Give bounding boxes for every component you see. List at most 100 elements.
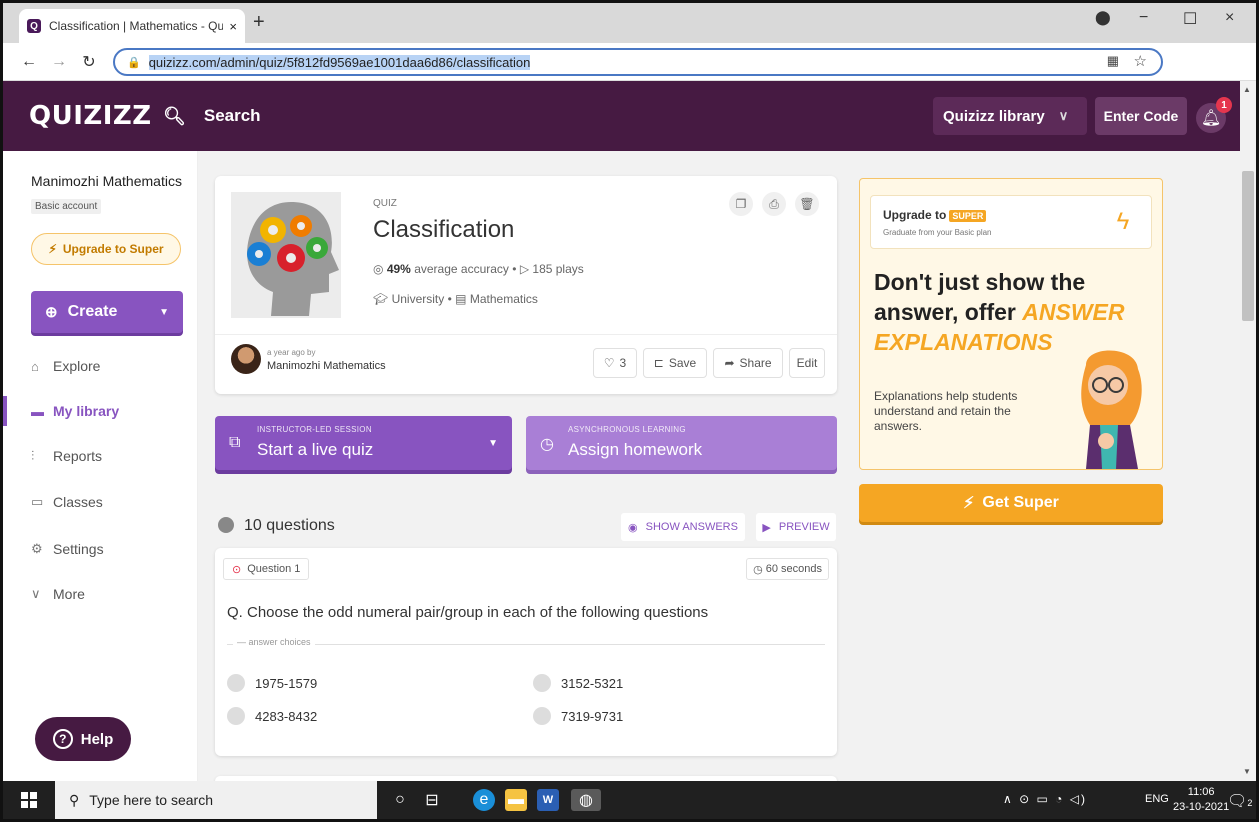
caret-down-icon: ▼ — [159, 306, 169, 318]
quiz-title: Classification — [373, 216, 515, 243]
quiz-subject: Mathematics — [469, 292, 538, 306]
live-session-caption: INSTRUCTOR-LED SESSION — [257, 425, 372, 434]
sidebar-item-label: Classes — [53, 494, 103, 510]
play-icon: ▶ — [762, 521, 771, 534]
graduation-cap-icon: 🎓︎ — [373, 292, 389, 306]
windows-start-icon[interactable] — [21, 792, 37, 808]
question-card: ⊙ Question 1 ◷ 60 seconds Q. Choose the … — [215, 548, 837, 756]
help-button[interactable]: ? Help — [35, 717, 131, 761]
chevron-down-icon: ∨ — [1058, 108, 1069, 123]
tab-close-icon[interactable]: × — [229, 19, 237, 34]
word-icon[interactable]: W — [537, 789, 559, 811]
sidebar-item-label: My library — [53, 403, 120, 419]
sidebar-item-my-library[interactable]: ▬ My library — [3, 396, 197, 426]
upgrade-title: Upgrade to SUPER — [883, 208, 987, 222]
plays-count: 185 plays — [532, 262, 584, 276]
upgrade-title-text: Upgrade to — [883, 208, 947, 222]
task-view-icon[interactable]: ⊟ — [421, 789, 443, 811]
question-icon: ? — [52, 729, 73, 749]
clock[interactable]: 11:06 23-10-2021 — [1173, 785, 1229, 815]
heart-icon: ♡ — [603, 356, 615, 370]
scrollbar-thumb[interactable] — [1242, 171, 1254, 321]
choice-circle-icon — [227, 674, 245, 692]
play-icon: ▷ — [519, 262, 530, 276]
browser-tab[interactable]: Q Classification | Mathematics - Qu × — [19, 9, 245, 43]
quiz-level: University — [391, 292, 445, 306]
question-number-tag: ⊙ Question 1 — [223, 558, 310, 580]
save-button[interactable]: ⊏ Save — [643, 348, 707, 378]
save-label: Save — [668, 356, 697, 370]
question-number: Question 1 — [247, 563, 301, 575]
super-badge: SUPER — [949, 210, 987, 222]
minimize-button[interactable]: − — [1139, 9, 1148, 27]
accuracy-value: 49% — [386, 262, 411, 276]
library-select[interactable]: Quizizz library ∨ — [933, 97, 1087, 135]
url-text: quizizz.com/admin/quiz/5f812fd9569ae1001… — [148, 54, 531, 70]
cortana-icon[interactable]: ○ — [389, 789, 411, 811]
qr-icon[interactable]: ▦ — [1107, 53, 1119, 69]
chrome-taskbar-icon[interactable]: ◍ — [571, 789, 601, 811]
preview-button[interactable]: ▶ PREVIEW — [756, 513, 836, 541]
scroll-down-icon[interactable]: ▼ — [1243, 767, 1251, 776]
author-name: Manimozhi Mathematics — [267, 360, 386, 372]
settings-icon: ⚙︎ — [31, 541, 43, 556]
scroll-up-icon[interactable]: ▲ — [1243, 85, 1251, 94]
start-live-quiz-button[interactable]: ⧉ INSTRUCTOR-LED SESSION Start a live qu… — [215, 416, 512, 470]
maximize-button[interactable]: ☐ — [1183, 9, 1197, 29]
taskbar-search-input[interactable]: ⚲ Type here to search — [55, 781, 377, 819]
like-button[interactable]: ♡ 3 — [593, 348, 637, 378]
file-explorer-icon[interactable]: ▬ — [505, 789, 527, 811]
forward-icon[interactable]: → — [47, 53, 71, 71]
language-indicator[interactable]: ENG — [1145, 793, 1169, 805]
new-tab-button[interactable]: + — [253, 11, 265, 34]
bookmark-star-icon[interactable]: ☆ — [1134, 52, 1147, 70]
page-scrollbar[interactable]: ▲ ▼ — [1240, 81, 1256, 781]
quiz-tags: 🎓︎ University • ▤ Mathematics — [373, 292, 538, 306]
quiz-type-label: QUIZ — [373, 198, 397, 209]
quiz-cover-image — [231, 192, 341, 318]
edge-icon[interactable]: e — [473, 789, 495, 811]
profile-dot-icon[interactable]: ⬤ — [1095, 9, 1111, 26]
accuracy-text: average accuracy — [414, 262, 509, 276]
reload-icon[interactable]: ↻ — [77, 52, 101, 72]
back-icon[interactable]: ← — [17, 53, 41, 71]
assign-homework-button[interactable]: ◷ ASYNCHRONOUS LEARNING Assign homework — [526, 416, 837, 470]
separator-dot: • — [512, 262, 520, 276]
address-bar[interactable]: 🔒 quizizz.com/admin/quiz/5f812fd9569ae10… — [113, 48, 1163, 76]
edit-button[interactable]: Edit — [789, 348, 825, 378]
folder-icon: ▬ — [31, 403, 44, 419]
notification-center-icon[interactable]: 🗨︎2 — [1227, 791, 1252, 811]
trash-icon[interactable]: 🗑︎ — [795, 192, 819, 216]
sidebar-item-reports[interactable]: ⫶ Reports — [3, 441, 197, 471]
quizizz-logo[interactable]: QUIZIZZ — [29, 101, 152, 131]
sidebar-item-settings[interactable]: ⚙︎ Settings — [3, 534, 197, 564]
search-icon: ⚲ — [69, 791, 80, 808]
main-content: QUIZ Classification ◎ 49% average accura… — [198, 151, 1240, 786]
answer-choices-text: answer choices — [248, 637, 311, 647]
caret-down-icon[interactable]: ▼ — [488, 438, 498, 449]
print-icon[interactable]: ⎙ — [762, 192, 786, 216]
duplicate-icon[interactable]: ❐ — [729, 192, 753, 216]
upgrade-header: Upgrade to SUPER Graduate from your Basic… — [870, 195, 1152, 249]
create-button[interactable]: ⊕ Create ▼ — [31, 291, 183, 333]
sidebar-item-label: More — [53, 586, 85, 602]
accuracy-icon: ◎ — [373, 262, 384, 276]
upgrade-to-super-button[interactable]: ⚡︎ Upgrade to Super — [31, 233, 181, 265]
share-button[interactable]: ➦ Share — [713, 348, 783, 378]
get-super-button[interactable]: ⚡︎ Get Super — [859, 484, 1163, 522]
enter-code-button[interactable]: Enter Code — [1095, 97, 1187, 135]
close-window-button[interactable]: × — [1225, 9, 1234, 27]
sidebar-item-more[interactable]: ∨ More — [3, 579, 197, 609]
answer-choice: 3152-5321 — [533, 674, 623, 692]
help-label: Help — [80, 730, 114, 748]
sidebar-item-explore[interactable]: ⌂ Explore — [3, 351, 197, 381]
search-input[interactable]: 🔍︎ Search — [163, 97, 923, 135]
answer-choice: 7319-9731 — [533, 707, 623, 725]
reports-icon: ⫶ — [31, 448, 35, 463]
sidebar-item-classes[interactable]: ▭ Classes — [3, 487, 197, 517]
upgrade-description: Explanations help students understand an… — [874, 389, 1018, 433]
show-answers-button[interactable]: ◉ SHOW ANSWERS — [621, 513, 745, 541]
upgrade-label: Upgrade to Super — [62, 242, 164, 256]
search-icon: 🔍︎ — [163, 105, 186, 126]
system-tray-icons[interactable]: ∧ ⊙ ▭ ◔ ◁) — [1003, 792, 1087, 806]
